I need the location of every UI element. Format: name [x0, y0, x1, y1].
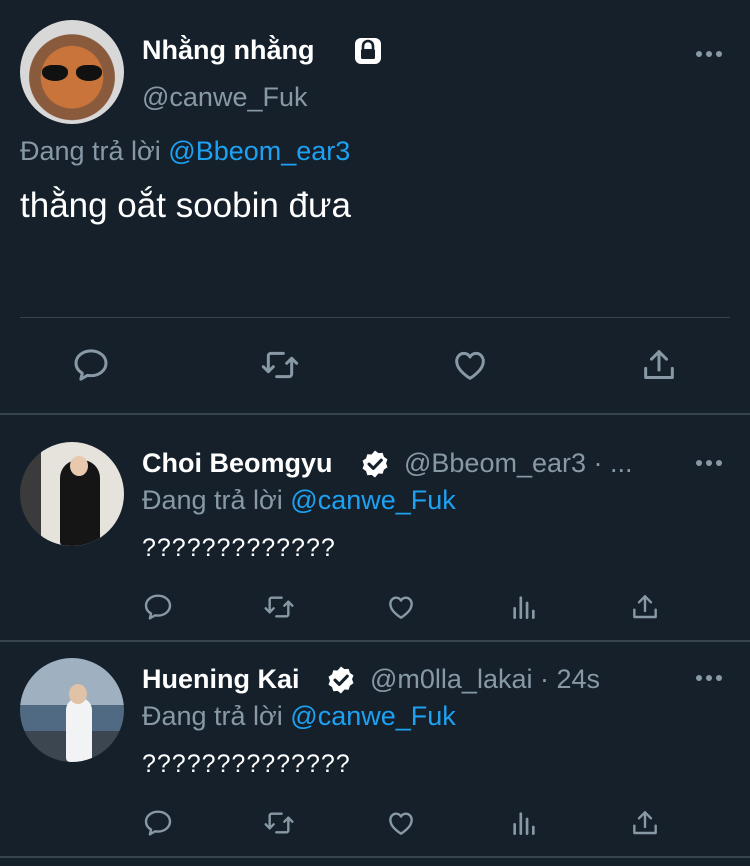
more-options-icon[interactable] — [696, 674, 722, 682]
replying-to: Đang trả lời @Bbeom_ear3 — [20, 136, 350, 167]
display-name[interactable]: Choi Beomgyu — [142, 448, 333, 479]
handle[interactable]: @canwe_Fuk — [142, 82, 307, 113]
main-tweet: Nhằng nhằng @canwe_Fuk Đang trả lời @Bbe… — [0, 0, 750, 413]
like-icon[interactable] — [385, 807, 417, 839]
share-icon[interactable] — [629, 807, 661, 839]
reply-icon[interactable] — [71, 345, 111, 385]
avatar[interactable] — [20, 20, 124, 124]
analytics-icon[interactable] — [508, 807, 540, 839]
verified-badge-icon — [358, 448, 392, 482]
replying-to: Đang trả lời @canwe_Fuk — [142, 485, 456, 516]
replying-to-mention[interactable]: @canwe_Fuk — [290, 701, 455, 731]
divider — [0, 640, 750, 642]
more-options-icon[interactable] — [696, 459, 722, 467]
avatar-face — [70, 456, 88, 476]
reply-icon[interactable] — [142, 807, 174, 839]
replying-to: Đang trả lời @canwe_Fuk — [142, 701, 456, 732]
handle-timestamp[interactable]: @Bbeom_ear3 · ... — [404, 448, 633, 479]
display-name[interactable]: Huening Kai — [142, 664, 300, 695]
lock-icon — [352, 35, 384, 67]
replying-to-label: Đang trả lời — [142, 701, 283, 731]
share-icon[interactable] — [629, 591, 661, 623]
divider — [0, 856, 750, 858]
tweet-text: ????????????? — [142, 534, 336, 562]
divider — [20, 317, 730, 318]
retweet-icon[interactable] — [260, 345, 300, 385]
avatar-face — [69, 684, 87, 704]
replying-to-label: Đang trả lời — [142, 485, 283, 515]
tweet-thread: Nhằng nhằng @canwe_Fuk Đang trả lời @Bbe… — [0, 0, 750, 866]
avatar-image — [42, 65, 102, 83]
tweet-text: thằng oắt soobin đưa — [20, 186, 351, 225]
tweet-text: ?????????????? — [142, 750, 351, 778]
avatar-image — [66, 698, 92, 762]
avatar[interactable] — [20, 658, 124, 762]
display-name[interactable]: Nhằng nhằng — [142, 35, 314, 66]
replying-to-mention[interactable]: @Bbeom_ear3 — [168, 136, 350, 166]
handle-timestamp[interactable]: @m0lla_lakai · 24s — [370, 664, 600, 695]
divider — [0, 413, 750, 415]
retweet-icon[interactable] — [263, 591, 295, 623]
avatar[interactable] — [20, 442, 124, 546]
more-options-icon[interactable] — [696, 50, 722, 58]
reply-icon[interactable] — [142, 591, 174, 623]
like-icon[interactable] — [385, 591, 417, 623]
retweet-icon[interactable] — [263, 807, 295, 839]
analytics-icon[interactable] — [508, 591, 540, 623]
share-icon[interactable] — [639, 345, 679, 385]
replying-to-mention[interactable]: @canwe_Fuk — [290, 485, 455, 515]
replying-to-label: Đang trả lời — [20, 136, 161, 166]
verified-badge-icon — [324, 664, 358, 698]
like-icon[interactable] — [450, 345, 490, 385]
